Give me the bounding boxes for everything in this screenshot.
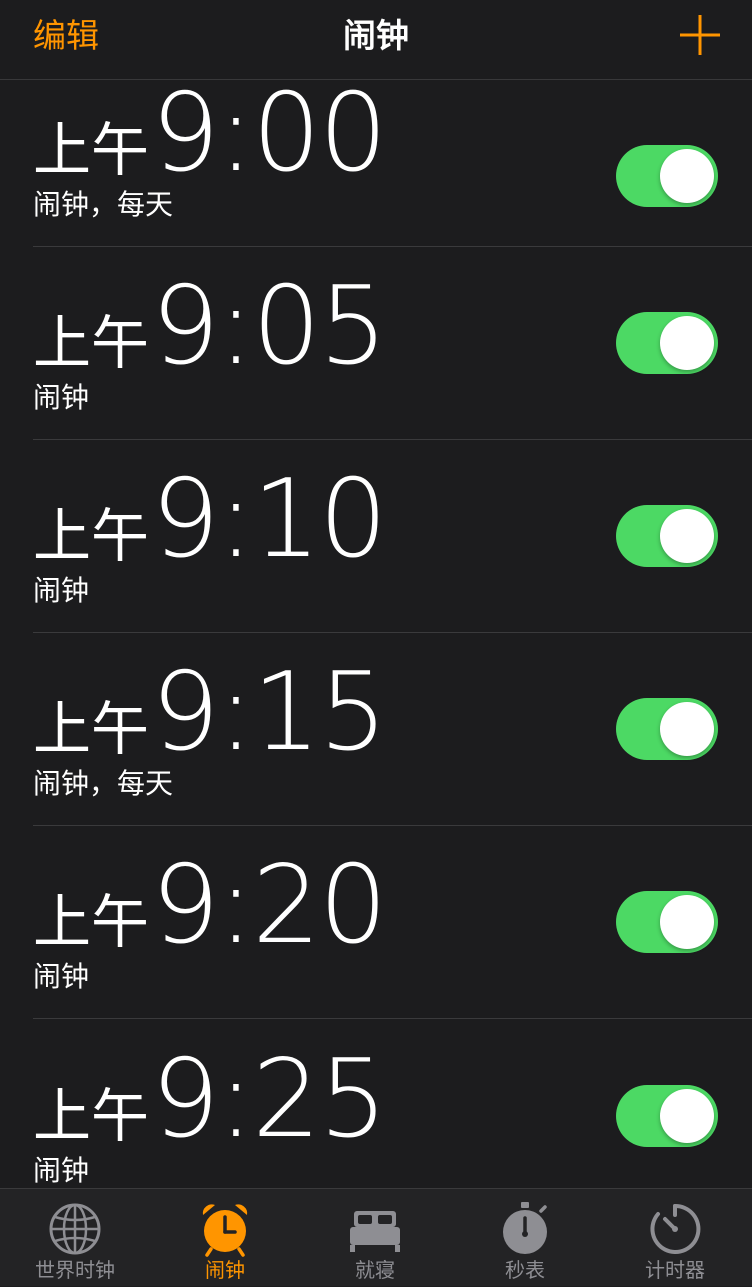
alarm-list: 上午9:00 闹钟，每天 上午9:05 闹钟 上午9:10 闹钟 上午9:15 … bbox=[0, 80, 752, 1212]
alarm-time-line: 上午9:10 bbox=[33, 466, 388, 574]
alarm-ampm: 上午 bbox=[33, 888, 150, 956]
stopwatch-icon bbox=[503, 1202, 547, 1254]
tab-bedtime[interactable]: 就寝 bbox=[300, 1189, 450, 1287]
page-title: 闹钟 bbox=[343, 16, 409, 55]
alarm-time-line: 上午9:00 bbox=[33, 80, 388, 188]
alarm-time-line: 上午9:15 bbox=[33, 659, 388, 767]
tab-stopwatch[interactable]: 秒表 bbox=[450, 1189, 600, 1287]
tab-label: 闹钟 bbox=[205, 1258, 245, 1282]
toggle-knob bbox=[660, 149, 714, 203]
timer-icon bbox=[650, 1203, 701, 1254]
alarm-time: 9:20 bbox=[151, 843, 388, 968]
alarm-label: 闹钟，每天 bbox=[33, 188, 174, 221]
alarm-row[interactable]: 上午9:15 闹钟，每天 bbox=[33, 633, 752, 826]
alarm-row[interactable]: 上午9:05 闹钟 bbox=[33, 247, 752, 440]
alarm-time: 9:15 bbox=[151, 650, 388, 775]
alarm-ampm: 上午 bbox=[33, 695, 150, 763]
tab-label: 计时器 bbox=[645, 1258, 705, 1282]
tab-label: 就寝 bbox=[355, 1258, 395, 1282]
alarm-time: 9:00 bbox=[151, 71, 388, 196]
alarm-time: 9:10 bbox=[151, 457, 388, 582]
alarm-label: 闹钟 bbox=[33, 1154, 90, 1187]
alarm-time-line: 上午9:20 bbox=[33, 852, 388, 960]
alarm-time: 9:25 bbox=[151, 1037, 388, 1162]
toggle-knob bbox=[660, 702, 714, 756]
tab-bar: 世界时钟 闹钟 就寝 秒表 计时器 bbox=[0, 1188, 752, 1286]
alarm-label: 闹钟 bbox=[33, 960, 90, 993]
alarm-label: 闹钟 bbox=[33, 574, 90, 607]
alarm-row[interactable]: 上午9:25 闹钟 bbox=[33, 1019, 752, 1212]
alarm-ampm: 上午 bbox=[33, 116, 150, 184]
navigation-bar: 编辑 闹钟 bbox=[0, 0, 752, 80]
alarm-label: 闹钟，每天 bbox=[33, 767, 174, 800]
alarm-toggle[interactable] bbox=[616, 145, 718, 207]
toggle-knob bbox=[660, 1088, 714, 1143]
tab-timer[interactable]: 计时器 bbox=[600, 1189, 750, 1287]
tab-alarm[interactable]: 闹钟 bbox=[150, 1189, 300, 1287]
alarm-toggle[interactable] bbox=[616, 1084, 718, 1147]
alarm-time-line: 上午9:05 bbox=[33, 273, 388, 381]
alarm-ampm: 上午 bbox=[33, 502, 150, 570]
toggle-knob bbox=[660, 895, 714, 949]
globe-icon bbox=[49, 1203, 101, 1255]
alarm-ampm: 上午 bbox=[33, 309, 150, 377]
alarm-row[interactable]: 上午9:20 闹钟 bbox=[33, 826, 752, 1019]
alarm-time: 9:05 bbox=[151, 264, 388, 389]
alarm-toggle[interactable] bbox=[616, 312, 718, 374]
alarm-toggle[interactable] bbox=[616, 698, 718, 760]
alarm-label: 闹钟 bbox=[33, 381, 90, 414]
alarm-row[interactable]: 上午9:00 闹钟，每天 bbox=[33, 80, 752, 247]
add-alarm-button[interactable] bbox=[676, 11, 724, 59]
alarm-toggle[interactable] bbox=[616, 505, 718, 567]
toggle-knob bbox=[660, 509, 714, 563]
bed-icon bbox=[350, 1211, 400, 1252]
alarm-ampm: 上午 bbox=[33, 1082, 150, 1150]
tab-label: 世界时钟 bbox=[35, 1258, 115, 1282]
alarm-time-line: 上午9:25 bbox=[33, 1046, 388, 1154]
tab-label: 秒表 bbox=[505, 1258, 545, 1282]
alarm-toggle[interactable] bbox=[616, 891, 718, 953]
alarm-row[interactable]: 上午9:10 闹钟 bbox=[33, 440, 752, 633]
tab-world-clock[interactable]: 世界时钟 bbox=[0, 1189, 150, 1287]
alarm-clock-icon bbox=[202, 1204, 248, 1257]
toggle-knob bbox=[660, 316, 714, 370]
plus-icon bbox=[680, 15, 720, 55]
